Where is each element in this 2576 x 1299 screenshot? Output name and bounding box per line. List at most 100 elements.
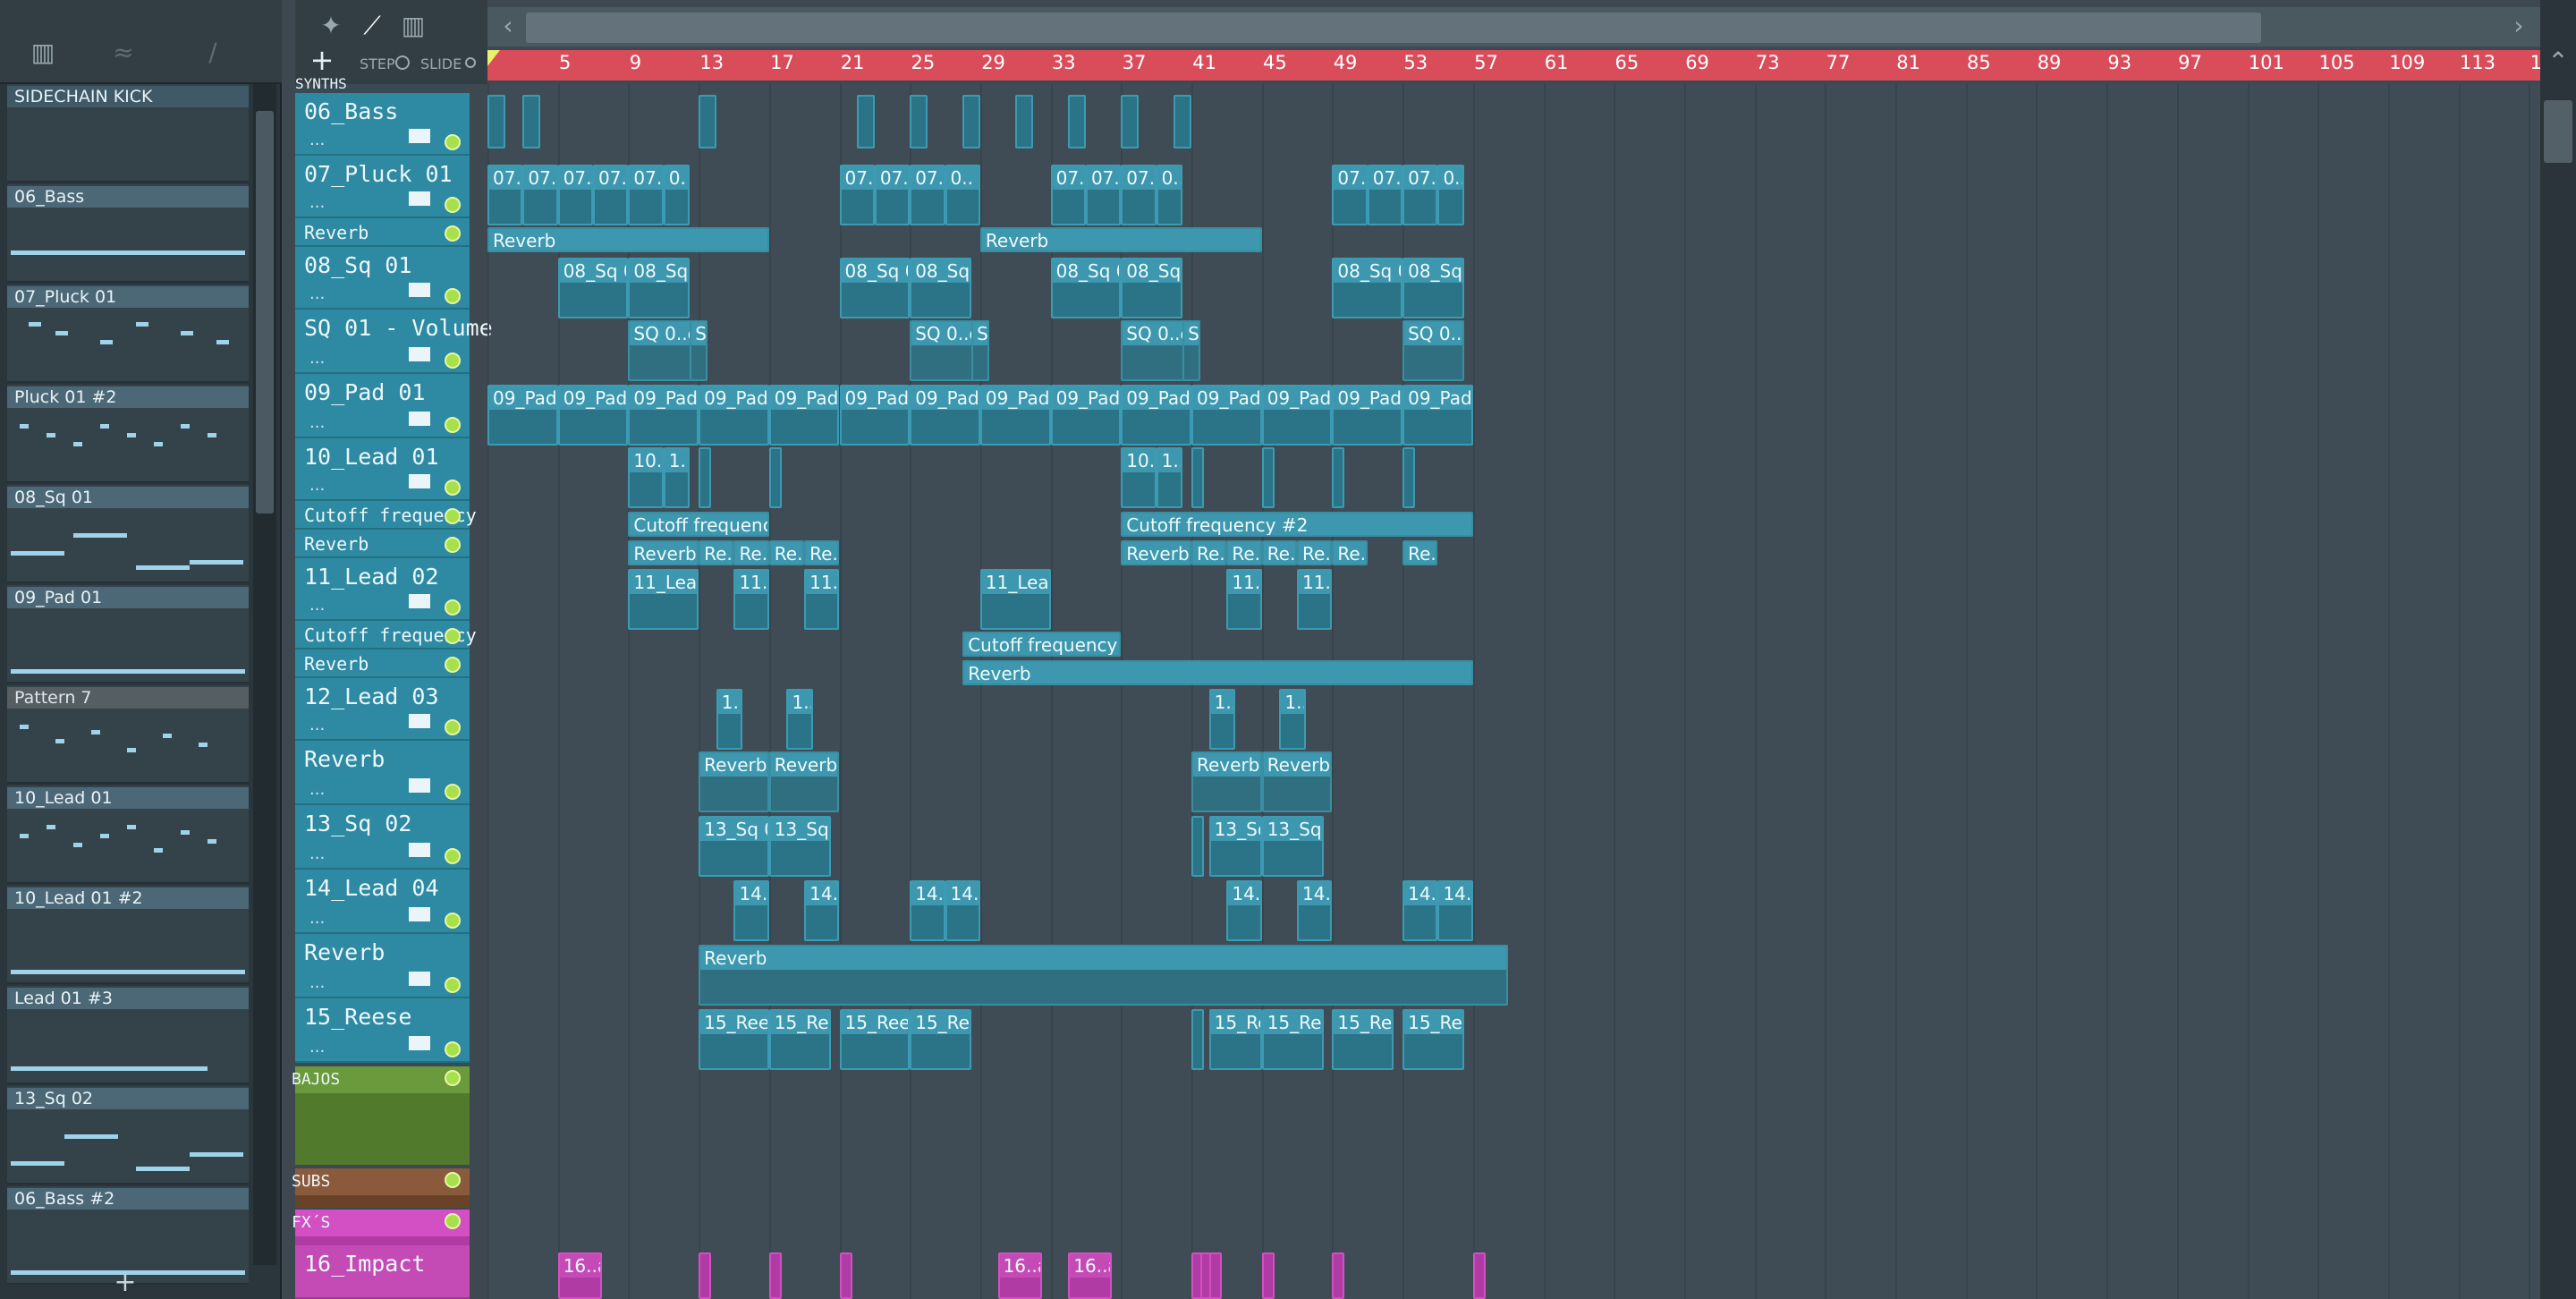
group-mute-led-icon[interactable] <box>445 1172 461 1188</box>
track-header[interactable]: 13_Sq 02... <box>295 805 470 870</box>
playlist-clip[interactable]: Re..b <box>1297 540 1333 565</box>
track-header[interactable]: Cutoff frequency <box>295 501 477 530</box>
playlist-clip[interactable] <box>1174 95 1191 149</box>
playlist-clip[interactable]: 07..1 <box>1367 165 1403 225</box>
playlist-clip[interactable]: Reverb #2 <box>628 540 699 565</box>
track-header[interactable]: 12_Lead 03... <box>295 678 470 741</box>
track-more-icon[interactable]: ... <box>309 780 325 799</box>
playlist-clip[interactable]: Re..b <box>1402 540 1438 565</box>
playlist-clip[interactable]: 11..2 <box>1297 569 1333 630</box>
overview-scroll-thumb[interactable] <box>526 13 2261 43</box>
track-header[interactable]: Reverb... <box>295 934 470 998</box>
playlist-clip[interactable]: 09_Pad 01 <box>699 385 769 446</box>
playlist-clip[interactable]: Reverb <box>699 751 769 812</box>
track-piano-icon[interactable] <box>407 905 432 923</box>
track-header[interactable]: 07_Pluck 01... <box>295 156 470 218</box>
vertical-scrollbar[interactable] <box>2540 0 2576 1299</box>
track-piano-icon[interactable] <box>407 592 432 610</box>
playlist-clip[interactable]: 07..1 <box>839 165 875 225</box>
playlist-clip[interactable]: 0.. <box>945 165 980 225</box>
playlist-clip[interactable] <box>768 447 782 508</box>
playlist-clip[interactable]: 09_Pad 01 <box>910 385 980 446</box>
track-more-icon[interactable]: ... <box>309 973 325 992</box>
track-more-icon[interactable]: ... <box>309 413 325 432</box>
playlist-clip[interactable]: 15_Reese <box>1261 1009 1324 1070</box>
audio-wave-icon[interactable]: ≈ <box>106 36 141 70</box>
playlist-clip[interactable]: Re..b <box>1332 540 1368 565</box>
playlist-clip[interactable]: Cutoff frequency <box>962 632 1122 657</box>
playlist-clip[interactable] <box>839 1252 852 1299</box>
playlist-clip[interactable]: 07..1 <box>522 165 558 225</box>
track-mute-led-icon[interactable] <box>445 537 461 553</box>
playlist-clip[interactable] <box>910 95 928 149</box>
playlist-clip[interactable]: 0.. <box>1156 165 1183 225</box>
playlist-clip[interactable]: Re..b <box>768 540 805 565</box>
playlist-clip[interactable] <box>1208 1252 1222 1299</box>
track-header[interactable]: 15_Reese... <box>295 998 470 1063</box>
playlist-clip[interactable]: 14..4 <box>804 880 840 941</box>
playhead-marker-icon[interactable] <box>487 50 500 66</box>
playlist-clip[interactable]: 0.. <box>1437 165 1464 225</box>
picker-item[interactable]: 10_Lead 01 #2 <box>7 886 249 984</box>
picker-item[interactable]: 07_Pluck 01 <box>7 284 249 383</box>
playlist-clip[interactable] <box>768 1252 782 1299</box>
playlist-clip[interactable]: Re..b <box>733 540 769 565</box>
playlist-clip[interactable]: 13_Sq 02 <box>1261 816 1324 877</box>
playlist-clip[interactable]: Reverb <box>1261 751 1333 812</box>
playlist-clip[interactable]: 1.. <box>786 689 813 750</box>
track-header[interactable]: 06_Bass... <box>295 93 470 156</box>
playlist-clip[interactable]: 09_Pad 01 <box>1402 385 1473 446</box>
playlist-clip[interactable]: 11..2 <box>804 569 840 630</box>
playlist-clip[interactable] <box>699 447 712 508</box>
playlist-clip[interactable]: 15_Reese <box>1402 1009 1464 1070</box>
draw-tool-icon[interactable]: ✦ <box>313 9 349 43</box>
playlist-clip[interactable]: 15_Reese <box>699 1009 769 1070</box>
track-header[interactable]: Reverb <box>295 650 470 678</box>
track-mute-led-icon[interactable] <box>445 480 461 496</box>
zoom-icon[interactable]: ⌃ <box>2540 45 2576 79</box>
playlist-clip[interactable]: Cutoff frequency <box>628 512 769 537</box>
playlist-clip[interactable]: 09_Pad 01 <box>768 385 840 446</box>
playlist-clip[interactable]: 13_Sq 02 <box>768 816 831 877</box>
track-piano-icon[interactable] <box>407 841 432 859</box>
group-mute-led-icon[interactable] <box>445 1213 461 1229</box>
playlist-clip[interactable]: 09_Pad 01 <box>839 385 911 446</box>
playlist-clip[interactable]: 15_Reese <box>910 1009 972 1070</box>
track-mute-led-icon[interactable] <box>445 977 461 993</box>
playlist-clip[interactable]: 13_Sq 02 <box>699 816 769 877</box>
playlist-clip[interactable]: 07..1 <box>910 165 945 225</box>
track-header[interactable]: 10_Lead 01... <box>295 438 470 501</box>
playlist-clip[interactable]: 10..1 <box>628 447 664 508</box>
playlist-clip[interactable]: 08_Sq 01 <box>628 258 691 318</box>
playlist-clip[interactable]: 09_Pad 01 <box>1050 385 1122 446</box>
playlist-clip[interactable]: 09_Pad 01 <box>1191 385 1262 446</box>
group-mute-led-icon[interactable] <box>445 1070 461 1086</box>
playlist-clip[interactable] <box>1068 95 1086 149</box>
track-piano-icon[interactable] <box>407 281 432 299</box>
playlist-clip[interactable]: 1.. <box>1208 689 1236 750</box>
track-piano-icon[interactable] <box>407 712 432 730</box>
playlist-clip[interactable]: 14..4 <box>1226 880 1262 941</box>
playlist-clip[interactable] <box>699 95 716 149</box>
track-header[interactable]: SQ 01 - Volume... <box>295 310 493 374</box>
playlist-clip[interactable]: 07..1 <box>628 165 664 225</box>
playlist-clip[interactable]: 08_Sq 01 <box>1121 258 1183 318</box>
playlist-clip[interactable]: Re..b <box>699 540 734 565</box>
playlist-clip[interactable]: 08_Sq 01 <box>1402 258 1464 318</box>
playlist-clip[interactable]: SQ 0..olume <box>690 320 708 381</box>
picker-add-button[interactable]: + <box>107 1269 143 1297</box>
playlist-clip[interactable]: SQ 0..olume <box>1182 320 1200 381</box>
playlist-clip[interactable]: 14..4 <box>1402 880 1438 941</box>
playlist-clip[interactable]: 15_Reese <box>1332 1009 1394 1070</box>
track-piano-icon[interactable] <box>407 472 432 490</box>
playlist-clip[interactable]: 16..act <box>557 1252 602 1299</box>
playlist-clip[interactable] <box>1472 1252 1486 1299</box>
scroll-right-icon[interactable]: › <box>2501 9 2537 43</box>
track-mute-led-icon[interactable] <box>445 352 461 369</box>
track-group[interactable]: BAJOS <box>292 1066 470 1165</box>
playlist-clip[interactable]: 1.. <box>663 447 691 508</box>
track-piano-icon[interactable] <box>407 410 432 428</box>
playlist-clip[interactable]: 09_Pad 01 <box>557 385 629 446</box>
playlist-clip[interactable]: 10..1 <box>1121 447 1157 508</box>
automation-tool-icon[interactable]: ⟋ <box>354 9 390 43</box>
